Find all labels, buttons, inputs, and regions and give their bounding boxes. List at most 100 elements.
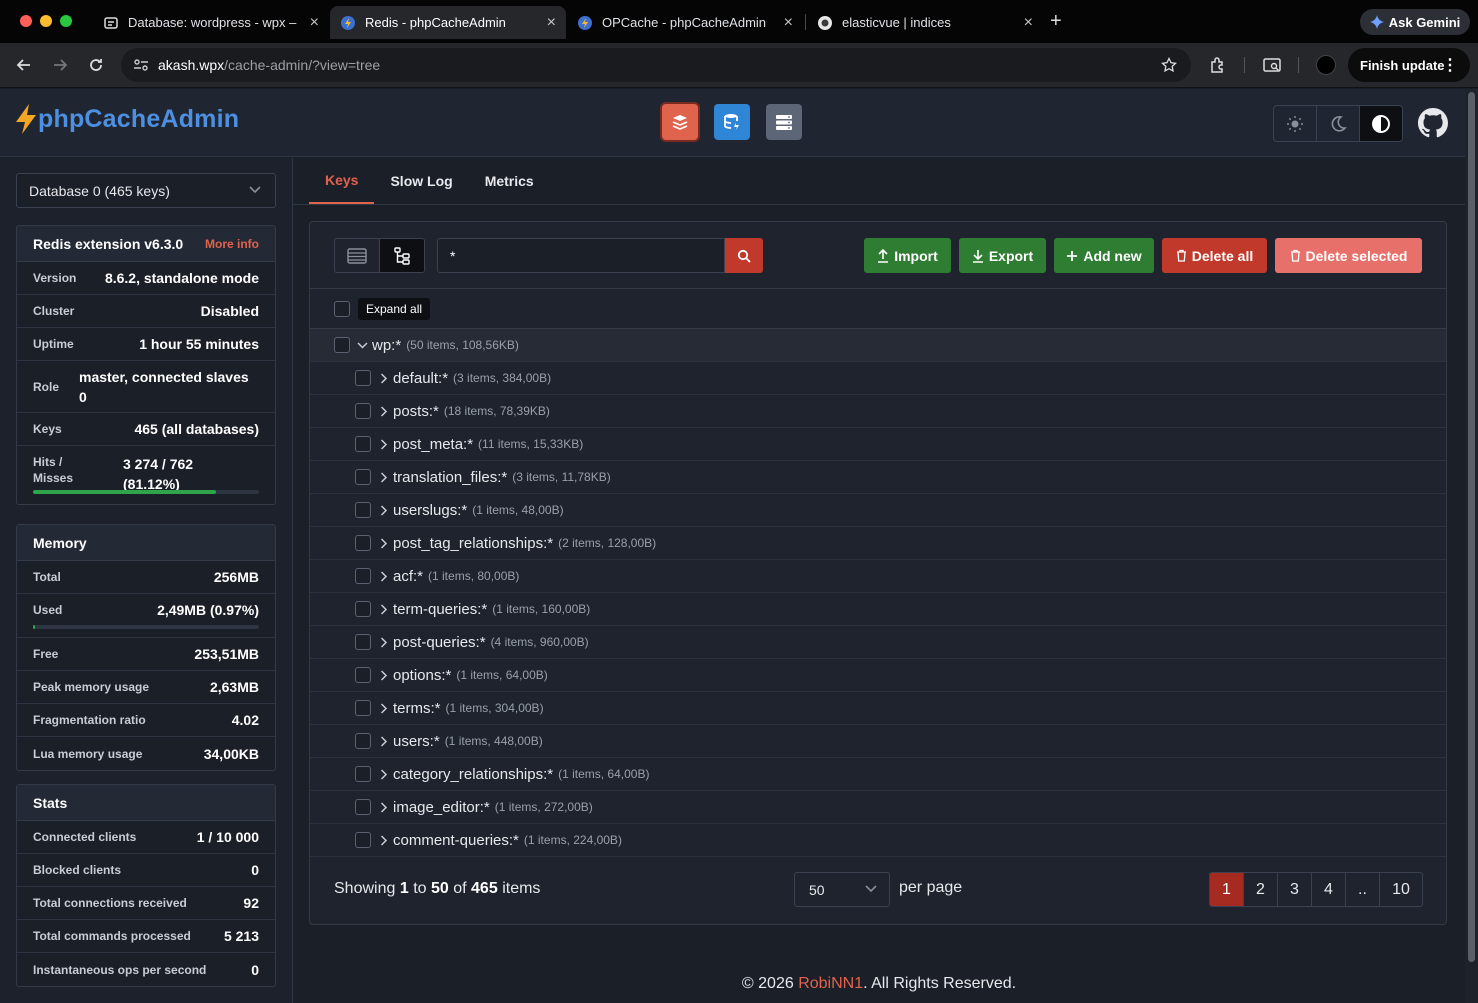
forward-arrow-icon[interactable] <box>50 55 70 75</box>
chevron-right-icon[interactable] <box>377 669 390 682</box>
tree-folder-row[interactable]: terms:* (1 items, 304,00B) <box>310 692 1446 725</box>
expand-all-button[interactable]: Expand all <box>358 297 431 320</box>
per-page-select[interactable]: 50 <box>794 872 890 907</box>
new-tab-button[interactable]: + <box>1050 10 1062 33</box>
table-view-button[interactable] <box>335 239 379 272</box>
tree-folder-row[interactable]: wp:* (50 items, 108,56KB) <box>310 329 1446 362</box>
finish-update-button[interactable]: Finish update ⋮ <box>1348 48 1470 82</box>
add-new-button[interactable]: Add new <box>1054 238 1154 273</box>
row-checkbox[interactable] <box>355 436 371 452</box>
row-checkbox[interactable] <box>355 535 371 551</box>
tab-search-icon[interactable] <box>1263 56 1281 74</box>
tree-folder-row[interactable]: users:* (1 items, 448,00B) <box>310 725 1446 758</box>
tab-slow-log[interactable]: Slow Log <box>374 158 468 204</box>
tab-close-icon[interactable]: × <box>547 14 556 31</box>
dark-theme-button[interactable] <box>1317 106 1360 141</box>
browser-tab-active[interactable]: Redis - phpCacheAdmin × <box>330 6 566 39</box>
tree-folder-row[interactable]: category_relationships:* (1 items, 64,00B… <box>310 758 1446 791</box>
page-link[interactable]: 10 <box>1380 873 1422 906</box>
row-checkbox[interactable] <box>355 469 371 485</box>
row-checkbox[interactable] <box>355 601 371 617</box>
row-checkbox[interactable] <box>355 667 371 683</box>
tree-folder-row[interactable]: comment-queries:* (1 items, 224,00B) <box>310 824 1446 857</box>
tab-close-icon[interactable]: × <box>1024 14 1033 31</box>
page-link[interactable]: 3 <box>1278 873 1312 906</box>
redis-dashboard-button[interactable] <box>662 104 698 140</box>
tree-folder-row[interactable]: default:* (3 items, 384,00B) <box>310 362 1446 395</box>
export-button[interactable]: Export <box>959 238 1046 273</box>
chevron-right-icon[interactable] <box>377 471 390 484</box>
tab-close-icon[interactable]: × <box>310 14 319 31</box>
reload-icon[interactable] <box>86 55 106 75</box>
github-icon[interactable] <box>1418 108 1448 138</box>
chevron-right-icon[interactable] <box>377 504 390 517</box>
tree-folder-row[interactable]: translation_files:* (3 items, 11,78KB) <box>310 461 1446 494</box>
row-checkbox[interactable] <box>355 634 371 650</box>
address-bar[interactable]: akash.wpx/cache-admin/?view=tree <box>121 48 1191 82</box>
delete-all-button[interactable]: Delete all <box>1162 238 1267 273</box>
scrollbar-thumb[interactable] <box>1468 92 1475 962</box>
row-checkbox[interactable] <box>355 403 371 419</box>
row-checkbox[interactable] <box>355 733 371 749</box>
row-checkbox[interactable] <box>355 568 371 584</box>
select-all-checkbox[interactable] <box>334 300 350 317</box>
chevron-right-icon[interactable] <box>377 570 390 583</box>
tree-view-button[interactable] <box>379 239 424 272</box>
tab-keys[interactable]: Keys <box>309 158 375 204</box>
page-link[interactable]: 2 <box>1244 873 1278 906</box>
chevron-right-icon[interactable] <box>377 834 390 847</box>
more-vert-icon[interactable]: ⋮ <box>1442 55 1458 75</box>
tab-close-icon[interactable]: × <box>784 14 793 31</box>
chevron-right-icon[interactable] <box>377 405 390 418</box>
page-link[interactable]: 4 <box>1312 873 1346 906</box>
page-link[interactable]: .. <box>1346 873 1380 906</box>
tree-folder-row[interactable]: acf:* (1 items, 80,00B) <box>310 560 1446 593</box>
database-select[interactable]: Database 0 (465 keys) <box>16 173 276 208</box>
bookmark-star-icon[interactable] <box>1161 57 1177 73</box>
memcached-dashboard-button[interactable] <box>714 104 750 140</box>
app-logo[interactable]: phpCacheAdmin <box>14 103 239 135</box>
profile-avatar[interactable] <box>1316 55 1336 75</box>
row-checkbox[interactable] <box>355 766 371 782</box>
tree-folder-row[interactable]: post_tag_relationships:* (2 items, 128,00… <box>310 527 1446 560</box>
chevron-right-icon[interactable] <box>377 768 390 781</box>
chevron-right-icon[interactable] <box>377 735 390 748</box>
chevron-right-icon[interactable] <box>377 636 390 649</box>
tree-folder-row[interactable]: post-queries:* (4 items, 960,00B) <box>310 626 1446 659</box>
auto-theme-button[interactable] <box>1360 106 1402 141</box>
light-theme-button[interactable] <box>1274 106 1317 141</box>
chevron-right-icon[interactable] <box>377 702 390 715</box>
chevron-down-icon[interactable] <box>356 339 369 352</box>
row-checkbox[interactable] <box>355 799 371 815</box>
back-arrow-icon[interactable] <box>14 55 34 75</box>
browser-tab[interactable]: OPCache - phpCacheAdmin × <box>567 6 803 39</box>
row-checkbox[interactable] <box>355 700 371 716</box>
chevron-right-icon[interactable] <box>377 603 390 616</box>
browser-tab[interactable]: Database: wordpress - wpx – × <box>93 6 329 39</box>
tree-folder-row[interactable]: posts:* (18 items, 78,39KB) <box>310 395 1446 428</box>
tree-folder-row[interactable]: userslugs:* (1 items, 48,00B) <box>310 494 1446 527</box>
ask-gemini-button[interactable]: Ask Gemini <box>1360 9 1470 35</box>
minimize-window-button[interactable] <box>40 15 52 27</box>
page-link[interactable]: 1 <box>1210 873 1244 906</box>
row-checkbox[interactable] <box>355 832 371 848</box>
tree-folder-row[interactable]: term-queries:* (1 items, 160,00B) <box>310 593 1446 626</box>
tree-folder-row[interactable]: post_meta:* (11 items, 15,33KB) <box>310 428 1446 461</box>
import-button[interactable]: Import <box>864 238 951 273</box>
delete-selected-button[interactable]: Delete selected <box>1275 238 1422 273</box>
tree-folder-row[interactable]: options:* (1 items, 64,00B) <box>310 659 1446 692</box>
more-info-link[interactable]: More info <box>205 237 259 251</box>
tree-folder-row[interactable]: image_editor:* (1 items, 272,00B) <box>310 791 1446 824</box>
search-keys-input[interactable] <box>437 238 725 273</box>
chevron-right-icon[interactable] <box>377 438 390 451</box>
browser-tab[interactable]: elasticvue | indices × <box>807 6 1043 39</box>
footer-author-link[interactable]: RobiNN1 <box>798 975 863 992</box>
chevron-right-icon[interactable] <box>377 801 390 814</box>
row-checkbox[interactable] <box>355 502 371 518</box>
chevron-right-icon[interactable] <box>377 372 390 385</box>
page-scrollbar[interactable] <box>1465 89 1478 1003</box>
server-dashboard-button[interactable] <box>766 104 802 140</box>
site-settings-icon[interactable] <box>133 58 149 72</box>
maximize-window-button[interactable] <box>60 15 72 27</box>
tab-metrics[interactable]: Metrics <box>469 158 550 204</box>
